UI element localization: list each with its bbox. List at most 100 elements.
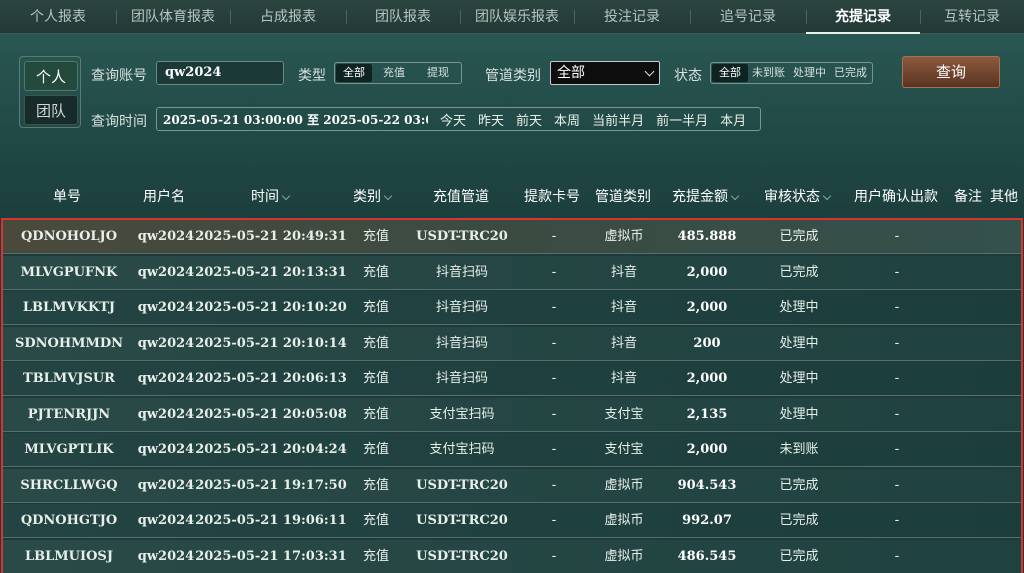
tab-personal-report[interactable]: 个人报表: [0, 0, 116, 34]
type-segmented: 全部 充值 提现: [334, 62, 462, 84]
table-row: SHRCLLWGQ qw2024 2025-05-21 19:17:50 充值 USDT…: [3, 468, 1021, 503]
scope-team-button[interactable]: 团队: [24, 95, 78, 125]
cell-card-no: -: [551, 229, 557, 244]
cell-order-no: SHRCLLWGQ: [20, 477, 118, 493]
cell-username: qw2024: [137, 264, 195, 280]
tab-transfer-records[interactable]: 互转记录: [920, 0, 1024, 34]
cell-channel-type: 抖音: [610, 371, 638, 386]
scope-personal-button[interactable]: 个人: [24, 61, 78, 91]
scope-toggle: 个人 团队: [19, 56, 81, 128]
tab-chase-records[interactable]: 追号记录: [690, 0, 806, 34]
cell-review-status: 已完成: [779, 513, 819, 528]
cell-time: 2025-05-21 20:10:20: [195, 300, 347, 315]
cell-card-no: -: [551, 371, 557, 386]
cell-time: 2025-05-21 20:13:31: [195, 264, 347, 280]
cell-time: 2025-05-21 20:04:24: [195, 442, 347, 457]
sort-icon: [730, 191, 740, 201]
quick-range-this-month[interactable]: 本月: [720, 110, 746, 129]
quick-range-current-half-month[interactable]: 当前半月: [592, 110, 644, 129]
cell-category: 充值: [362, 300, 390, 315]
col-header-channel-type: 管道类别: [595, 189, 651, 205]
cell-channel-type: 抖音: [610, 300, 638, 315]
cell-username: qw2024: [137, 229, 195, 244]
table-row: PJTENRJJN qw2024 2025-05-21 20:05:08 充值 支付宝扫…: [3, 397, 1021, 432]
cell-card-no: -: [551, 548, 557, 564]
cell-user-confirm: -: [894, 513, 900, 528]
cell-category: 充值: [362, 513, 390, 528]
cell-channel-type: 虚拟币: [604, 229, 644, 244]
cell-user-confirm: -: [894, 264, 900, 280]
status-label: 状态: [674, 68, 702, 84]
col-header-amount[interactable]: 充提金额: [672, 186, 740, 206]
cell-amount: 2,000: [686, 264, 728, 280]
cell-card-no: -: [551, 406, 557, 422]
sort-icon: [822, 191, 832, 201]
cell-username: qw2024: [137, 442, 195, 457]
table-row: LBLMUIOSJ qw2024 2025-05-21 17:03:31 充值 USDT…: [3, 539, 1021, 573]
table-row: QDNOHOLJO qw2024 2025-05-21 20:49:31 充值 USDT…: [3, 220, 1021, 254]
tab-deposit-withdraw-records[interactable]: 充提记录: [806, 0, 920, 34]
cell-time: 2025-05-21 20:06:13: [195, 371, 347, 386]
cell-category: 充值: [362, 335, 390, 351]
status-option-all[interactable]: 全部: [712, 64, 748, 82]
table-header: [0, 150, 1024, 218]
cell-order-no: PJTENRJJN: [27, 406, 111, 422]
time-range-box: 2025-05-21 03:00:00 至 2025-05-22 03:00:0…: [156, 107, 761, 131]
cell-order-no: TBLMVJSUR: [23, 371, 115, 386]
status-segmented: 全部 未到账 处理中 已完成: [710, 62, 873, 84]
account-input[interactable]: qw2024: [156, 61, 284, 85]
tab-team-entertainment-report[interactable]: 团队娱乐报表: [460, 0, 574, 34]
cell-user-confirm: -: [894, 371, 900, 386]
type-option-deposit[interactable]: 充值: [372, 64, 416, 82]
cell-user-confirm: -: [894, 335, 900, 351]
cell-username: qw2024: [137, 513, 195, 528]
channel-type-select[interactable]: 全部: [550, 61, 660, 85]
cell-card-no: -: [551, 477, 557, 493]
quick-range-previous-half-month[interactable]: 前一半月: [656, 110, 708, 129]
tab-team-sports-report[interactable]: 团队体育报表: [116, 0, 230, 34]
col-header-category[interactable]: 类别: [353, 186, 393, 206]
type-option-all[interactable]: 全部: [336, 64, 372, 82]
quick-range-this-week[interactable]: 本周: [554, 110, 580, 129]
cell-channel: 支付宝扫码: [429, 406, 495, 422]
cell-channel: 抖音扫码: [435, 264, 489, 280]
cell-time: 2025-05-21 20:10:14: [195, 335, 347, 351]
cell-category: 充值: [362, 264, 390, 280]
cell-channel: USDT-TRC20: [416, 229, 508, 244]
filter-panel: [0, 34, 1024, 150]
cell-order-no: QDNOHGTJO: [20, 513, 118, 528]
table-row: SDNOHMMDN qw2024 2025-05-21 20:10:14 充值 抖音扫码…: [3, 326, 1021, 361]
tab-bet-records[interactable]: 投注记录: [574, 0, 690, 34]
cell-order-no: LBLMUIOSJ: [25, 548, 113, 564]
report-tabs: 个人报表 团队体育报表 占成报表 团队报表 团队娱乐报表 投注记录 追号记录 充…: [0, 0, 1024, 34]
col-header-amount-label: 充提金额: [672, 189, 728, 205]
quick-range-yesterday[interactable]: 昨天: [478, 110, 504, 129]
cell-username: qw2024: [137, 300, 195, 315]
channel-type-label: 管道类别: [485, 68, 541, 84]
type-label: 类型: [298, 68, 326, 84]
cell-review-status: 处理中: [779, 371, 819, 386]
cell-review-status: 未到账: [779, 442, 819, 457]
cell-user-confirm: -: [894, 406, 900, 422]
cell-amount: 2,135: [686, 406, 728, 422]
status-option-completed[interactable]: 已完成: [830, 64, 871, 82]
table-row: LBLMVKKTJ qw2024 2025-05-21 20:10:20 充值 抖音扫码…: [3, 291, 1021, 325]
tab-team-report[interactable]: 团队报表: [346, 0, 460, 34]
col-header-review-status-label: 审核状态: [764, 189, 820, 205]
col-header-channel: 充值管道: [433, 189, 489, 205]
cell-amount: 485.888: [677, 229, 737, 244]
cell-user-confirm: -: [894, 477, 900, 493]
quick-range-day-before[interactable]: 前天: [516, 110, 542, 129]
cell-channel: 抖音扫码: [435, 300, 489, 315]
col-header-review-status[interactable]: 审核状态: [764, 186, 832, 206]
status-option-not-arrived[interactable]: 未到账: [748, 64, 789, 82]
query-button[interactable]: 查询: [902, 56, 1000, 88]
cell-review-status: 已完成: [779, 548, 819, 564]
col-header-time[interactable]: 时间: [251, 186, 291, 206]
cell-username: qw2024: [137, 335, 195, 351]
type-option-withdraw[interactable]: 提现: [416, 64, 460, 82]
status-option-processing[interactable]: 处理中: [789, 64, 830, 82]
tab-share-report[interactable]: 占成报表: [230, 0, 346, 34]
time-range-input[interactable]: 2025-05-21 03:00:00 至 2025-05-22 03:00:0…: [157, 111, 428, 128]
quick-range-today[interactable]: 今天: [440, 110, 466, 129]
